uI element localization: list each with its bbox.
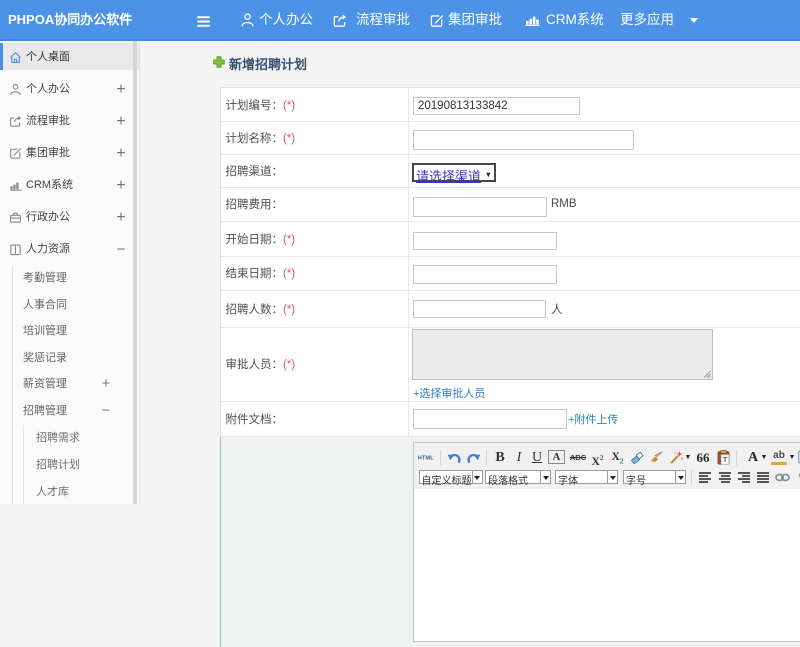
svg-text:T: T	[723, 455, 728, 464]
